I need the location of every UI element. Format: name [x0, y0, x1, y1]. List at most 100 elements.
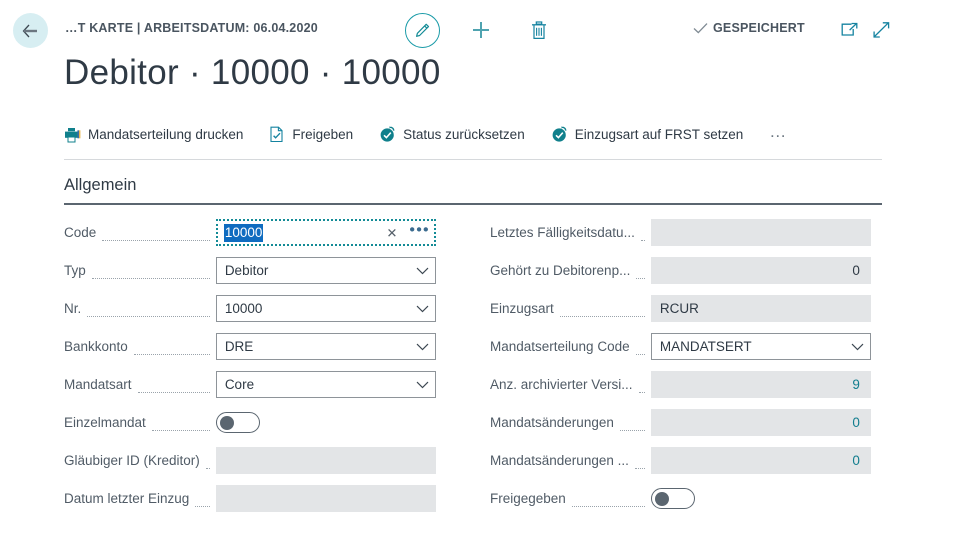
field-gehoert-zu-debitorenpool: Gehört zu Debitorenp... 0 [490, 257, 871, 284]
field-control: Core [216, 371, 436, 398]
field-typ: Typ Debitor [64, 257, 436, 284]
field-label: Gehört zu Debitorenp... [490, 263, 630, 278]
open-in-new-window-icon [840, 22, 859, 39]
label-leader-dots [639, 380, 645, 393]
field-control: 10000 [216, 295, 436, 322]
field-control: 0 [651, 257, 871, 284]
bankkonto-dropdown[interactable]: DRE [216, 333, 436, 360]
top-command-bar: …T KARTE | ARBEITSDATUM: 06.04.2020 [0, 0, 961, 58]
label-leader-dots [560, 304, 645, 317]
ellipsis-icon[interactable]: ••• [409, 228, 429, 238]
typ-dropdown[interactable]: Debitor [216, 257, 436, 284]
field-label: Einzugsart [490, 301, 554, 316]
field-label: Mandatsart [64, 377, 132, 392]
field-mandatsaenderungen-2: Mandatsänderungen ... 0 [490, 447, 871, 474]
section-divider [64, 203, 882, 205]
section-title-allgemein[interactable]: Allgemein [64, 176, 136, 195]
field-einzelmandat: Einzelmandat [64, 409, 436, 436]
mandatsaenderungen-2-value[interactable]: 0 [651, 447, 871, 474]
nr-value: 10000 [225, 301, 263, 316]
freigegeben-toggle[interactable] [651, 488, 695, 509]
action-bar-more-button[interactable]: … [769, 127, 788, 143]
mandatsart-dropdown[interactable]: Core [216, 371, 436, 398]
action-bar: Mandatserteilung drucken Freigeben Statu… [64, 126, 788, 143]
field-control [216, 485, 436, 512]
field-control: 9 [651, 371, 871, 398]
bankkonto-value: DRE [225, 339, 254, 354]
field-mandatserteilung-code: Mandatserteilung Code MANDATSERT [490, 333, 871, 360]
datum-letzter-einzug-value [216, 485, 436, 512]
label-leader-dots [92, 266, 210, 279]
field-label: Nr. [64, 301, 81, 316]
trash-icon [529, 20, 549, 41]
action-label: Status zurücksetzen [403, 127, 525, 142]
action-bar-divider [64, 159, 882, 160]
field-bankkonto: Bankkonto DRE [64, 333, 436, 360]
field-label: Anz. archivierter Versi... [490, 377, 633, 392]
field-code: Code 10000 ✕ ••• [64, 219, 436, 246]
close-icon[interactable]: ✕ [387, 226, 398, 239]
printer-icon [64, 127, 81, 143]
expand-diagonal-icon [872, 21, 891, 39]
chevron-down-icon [416, 266, 429, 275]
save-status[interactable]: GESPEICHERT [693, 21, 805, 35]
chevron-down-icon [851, 342, 864, 351]
edit-record-button[interactable] [405, 13, 440, 48]
expand-button[interactable] [868, 18, 894, 42]
einzelmandat-toggle[interactable] [216, 412, 260, 433]
field-freigegeben: Freigegeben [490, 485, 871, 512]
mandatserteilung-code-dropdown[interactable]: MANDATSERT [651, 333, 871, 360]
field-label: Mandatsänderungen [490, 415, 614, 430]
form-column-left: Code 10000 ✕ ••• Typ Debitor [64, 219, 436, 523]
field-label: Letztes Fälligkeitsdatu... [490, 225, 635, 240]
field-control: Debitor [216, 257, 436, 284]
label-leader-dots [635, 456, 645, 469]
label-leader-dots [87, 304, 210, 317]
label-leader-dots [138, 380, 210, 393]
open-in-new-window-button[interactable] [836, 18, 862, 42]
mandatsaenderungen-value[interactable]: 0 [651, 409, 871, 436]
field-control [216, 447, 436, 474]
field-label: Einzelmandat [64, 415, 146, 430]
back-button[interactable] [13, 13, 48, 48]
field-label: Bankkonto [64, 339, 128, 354]
field-glaeubiger-id-kreditor: Gläubiger ID (Kreditor) [64, 447, 436, 474]
field-control: 10000 ✕ ••• [216, 219, 436, 246]
field-control: 0 [651, 409, 871, 436]
field-control [216, 409, 436, 436]
field-nr: Nr. 10000 [64, 295, 436, 322]
field-label: Mandatsänderungen ... [490, 453, 629, 468]
field-mandatsaenderungen: Mandatsänderungen 0 [490, 409, 871, 436]
field-mandatsart: Mandatsart Core [64, 371, 436, 398]
chevron-down-icon [416, 342, 429, 351]
form-column-right: Letztes Fälligkeitsdatu... Gehört zu Deb… [490, 219, 871, 523]
action-freigeben[interactable]: Freigeben [269, 126, 353, 143]
label-leader-dots [206, 456, 210, 469]
plus-icon [470, 19, 492, 41]
label-leader-dots [152, 418, 210, 431]
field-control: MANDATSERT [651, 333, 871, 360]
code-input-actions: ✕ ••• [387, 226, 430, 239]
label-leader-dots [641, 228, 645, 241]
new-record-button[interactable] [464, 14, 498, 46]
anz-archivierter-versionen-value[interactable]: 9 [651, 371, 871, 398]
action-einzugsart-auf-frst-setzen[interactable]: Einzugsart auf FRST setzen [551, 126, 744, 143]
arrow-left-icon [22, 24, 40, 38]
check-icon [693, 22, 708, 35]
delete-record-button[interactable] [522, 14, 556, 46]
code-input[interactable]: 10000 ✕ ••• [216, 219, 436, 246]
action-status-zuruecksetzen[interactable]: Status zurücksetzen [379, 126, 525, 143]
field-control: DRE [216, 333, 436, 360]
chevron-down-icon [416, 304, 429, 313]
field-control [651, 219, 871, 246]
gehoert-zu-debitorenpool-value: 0 [651, 257, 871, 284]
field-letztes-faelligkeitsdatum: Letztes Fälligkeitsdatu... [490, 219, 871, 246]
breadcrumb[interactable]: …T KARTE | ARBEITSDATUM: 06.04.2020 [65, 21, 318, 35]
code-input-value: 10000 [224, 224, 264, 242]
nr-dropdown[interactable]: 10000 [216, 295, 436, 322]
customer-mandate-card-page: …T KARTE | ARBEITSDATUM: 06.04.2020 [0, 0, 961, 552]
einzugsart-value: RCUR [651, 295, 871, 322]
field-control [651, 485, 871, 512]
glaeubiger-id-value [216, 447, 436, 474]
action-mandatserteilung-drucken[interactable]: Mandatserteilung drucken [64, 127, 243, 143]
